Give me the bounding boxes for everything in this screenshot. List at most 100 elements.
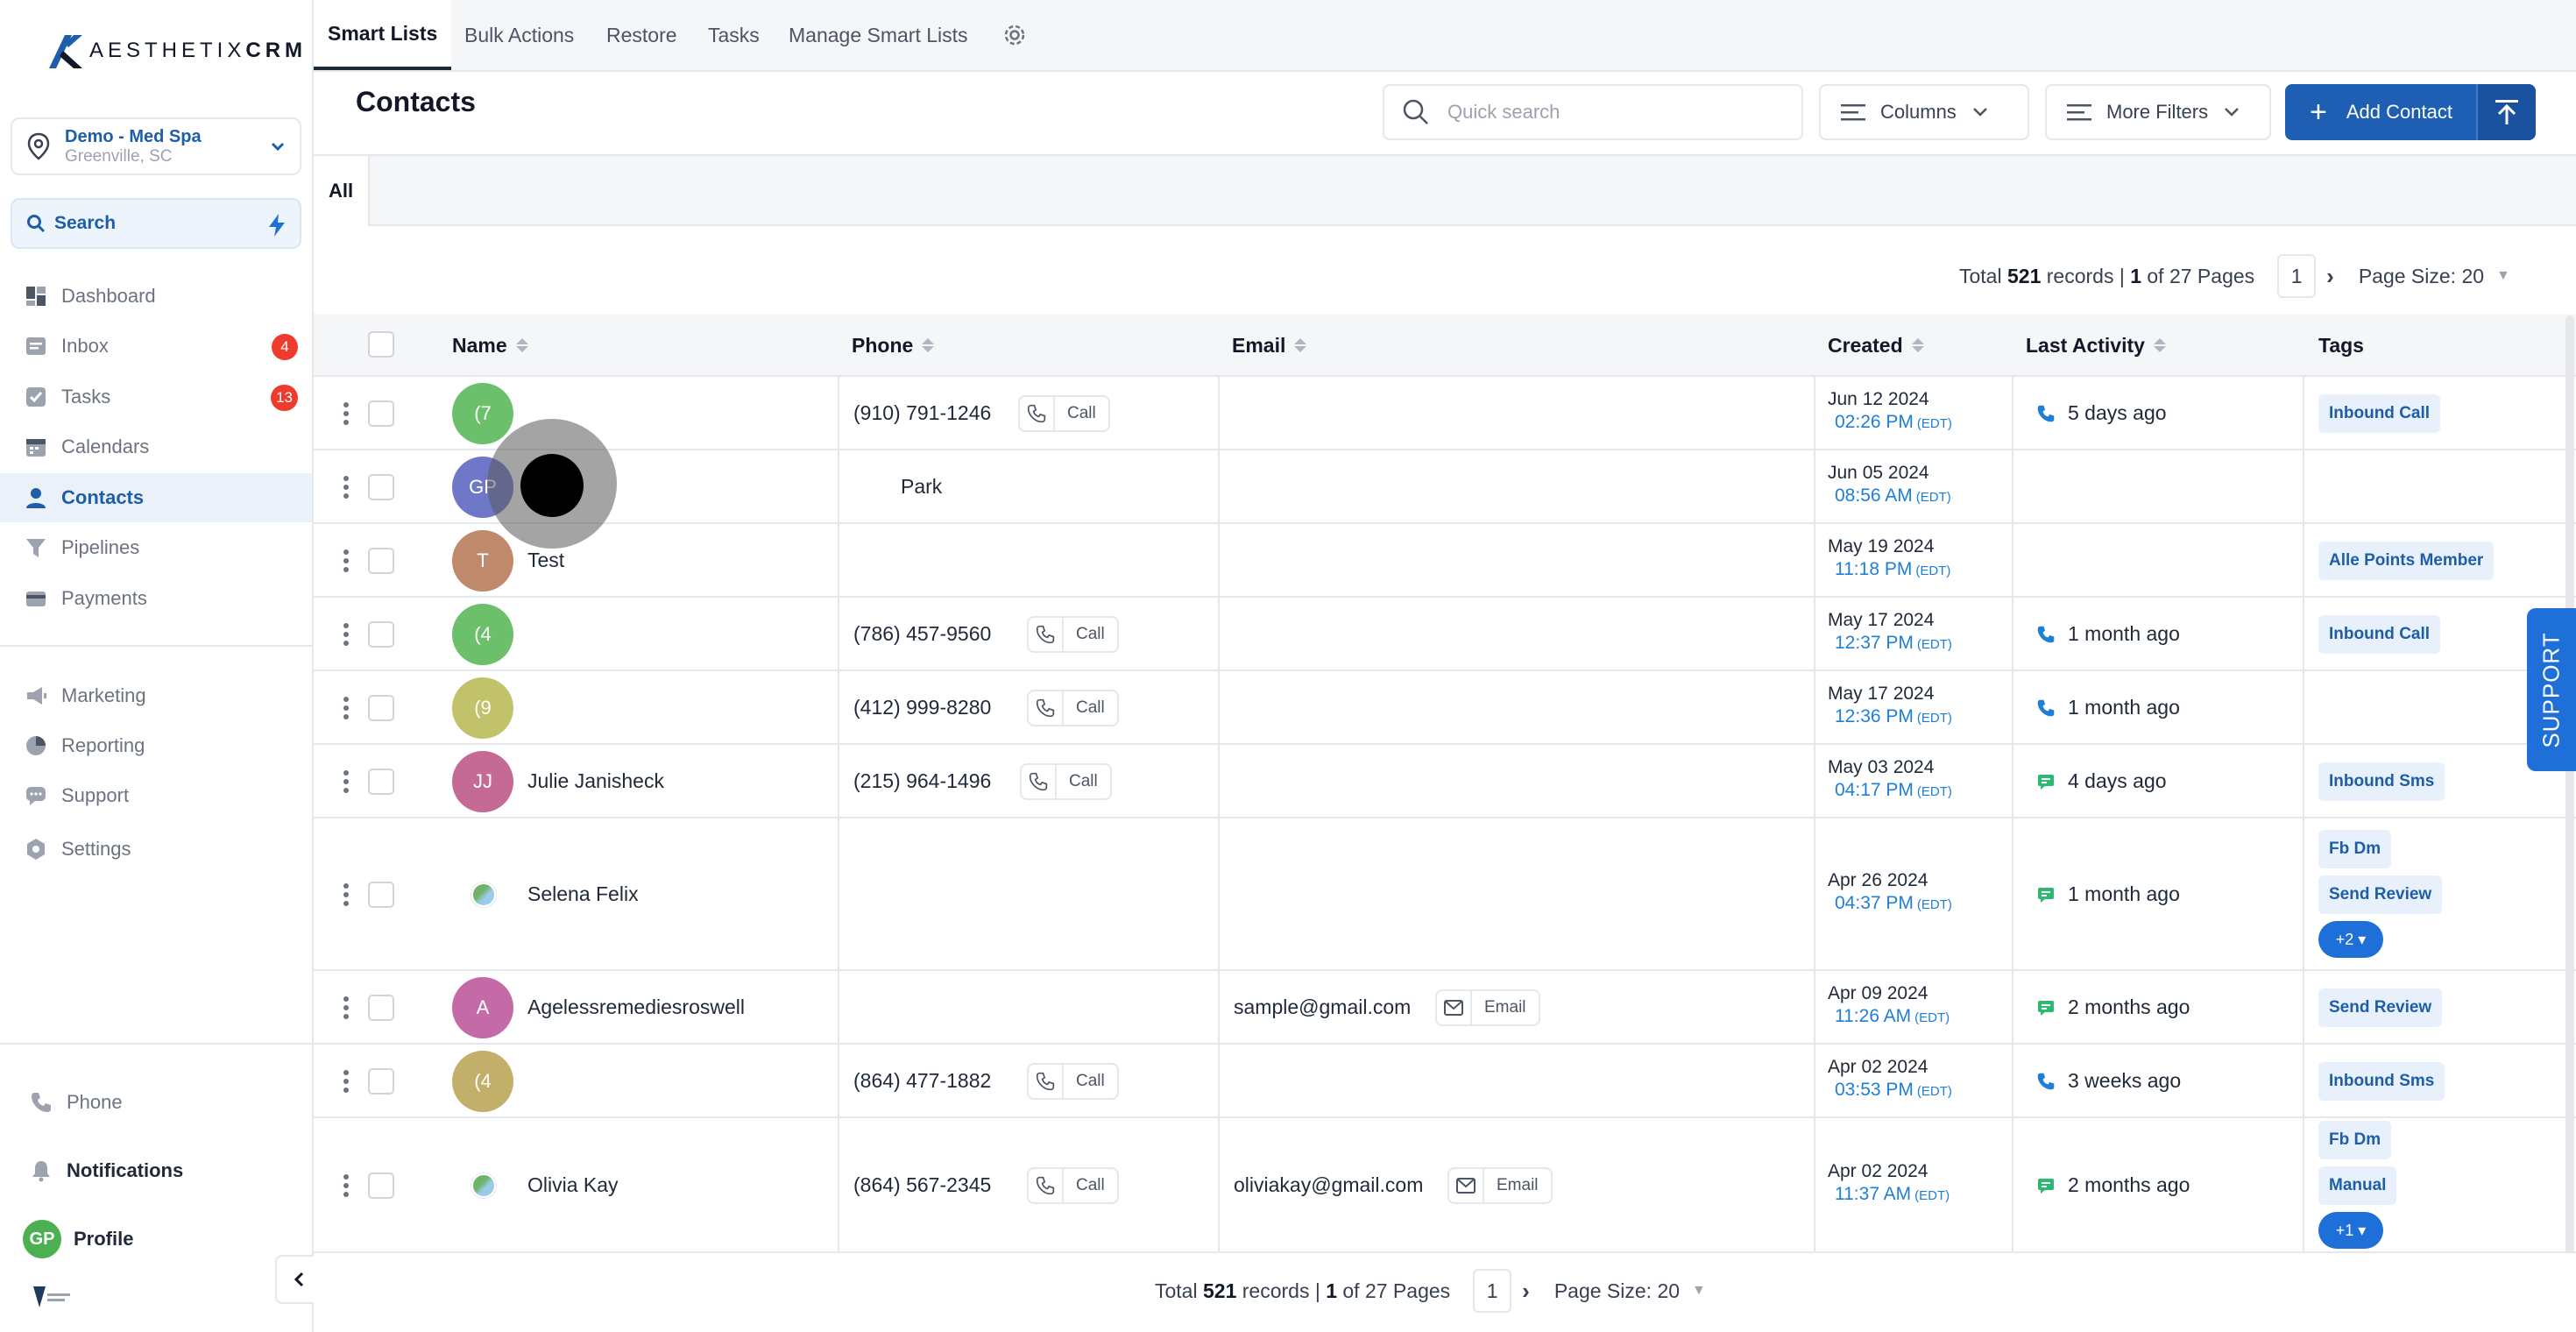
table-row[interactable]: GP Park Jun 05 2024 08:56 AM (EDT)	[314, 450, 2576, 524]
avatar[interactable]: JJ	[452, 751, 513, 812]
avatar[interactable]: (9	[452, 677, 513, 739]
sidebar-item-contacts[interactable]: Contacts	[0, 473, 312, 522]
table-row[interactable]: (4 (786) 457-9560 Call May 17 2024 12:37 PM…	[314, 598, 2576, 671]
contact-name[interactable]: Julie Janisheck	[527, 769, 664, 793]
tab-smart-lists[interactable]: Smart Lists	[314, 0, 452, 70]
sidebar-item-inbox[interactable]: Inbox 4	[0, 322, 312, 371]
row-menu-icon[interactable]	[343, 770, 350, 797]
column-header-email[interactable]: Email	[1232, 314, 1307, 377]
import-button[interactable]	[2476, 84, 2536, 140]
contact-name[interactable]: Olivia Kay	[527, 1173, 619, 1197]
row-menu-icon[interactable]	[343, 1070, 350, 1096]
sidebar-item-settings[interactable]: Settings	[0, 825, 312, 874]
table-row[interactable]: A Agelessremediesroswell sample@gmail.com …	[314, 971, 2576, 1045]
add-contact-button[interactable]: + Add Contact	[2285, 84, 2536, 140]
row-menu-icon[interactable]	[343, 402, 350, 429]
sidebar-item-pipelines[interactable]: Pipelines	[0, 523, 312, 572]
tag-chip[interactable]: Send Review	[2318, 988, 2443, 1027]
table-row[interactable]: Selena Felix Apr 26 2024 04:37 PM (EDT) 1 mo…	[314, 818, 2576, 971]
more-tags-button[interactable]: +2 ▾	[2318, 921, 2383, 958]
row-checkbox[interactable]	[368, 882, 394, 908]
email-button[interactable]: Email	[1435, 989, 1540, 1026]
row-menu-icon[interactable]	[343, 996, 350, 1023]
call-button[interactable]: Call	[1027, 1167, 1119, 1204]
lightning-icon[interactable]	[266, 212, 287, 238]
table-row[interactable]: Olivia Kay (864) 567-2345 Call oliviakay@g…	[314, 1118, 2576, 1253]
avatar-image-icon[interactable]	[471, 882, 496, 907]
location-switcher[interactable]: Demo - Med Spa Greenville, SC	[11, 117, 301, 175]
tab-manage-smart-lists[interactable]: Manage Smart Lists	[789, 0, 968, 70]
page-number-input[interactable]: 1	[1473, 1269, 1512, 1313]
table-row[interactable]: JJ Julie Janisheck (215) 964-1496 Call May …	[314, 745, 2576, 818]
select-all-checkbox[interactable]	[368, 331, 394, 358]
sidebar-item-tasks[interactable]: Tasks 13	[0, 372, 312, 422]
sidebar-item-notifications[interactable]: Notifications	[0, 1146, 312, 1195]
search-input[interactable]	[1447, 101, 1780, 124]
next-page-button[interactable]: ›	[1522, 1278, 1530, 1305]
more-tags-button[interactable]: +1 ▾	[2318, 1212, 2383, 1249]
contact-name[interactable]: Agelessremediesroswell	[527, 995, 745, 1019]
sidebar-search[interactable]: Search	[11, 198, 301, 249]
column-header-last-activity[interactable]: Last Activity	[2026, 314, 2166, 377]
quick-search[interactable]	[1383, 84, 1803, 140]
page-size-select[interactable]: Page Size: 20	[1554, 1279, 1680, 1303]
row-checkbox[interactable]	[368, 548, 394, 574]
tab-restore[interactable]: Restore	[606, 0, 677, 70]
table-row[interactable]: (9 (412) 999-8280 Call May 17 2024 12:36 PM…	[314, 671, 2576, 745]
column-header-created[interactable]: Created	[1828, 314, 1924, 377]
tag-chip[interactable]: Inbound Call	[2318, 394, 2441, 433]
tag-chip[interactable]: Send Review	[2318, 875, 2443, 914]
tag-chip[interactable]: Inbound Sms	[2318, 762, 2445, 801]
tag-chip[interactable]: Inbound Sms	[2318, 1062, 2445, 1101]
call-button[interactable]: Call	[1027, 690, 1119, 726]
avatar[interactable]: (4	[452, 1051, 513, 1112]
avatar[interactable]: A	[452, 977, 513, 1038]
tag-chip[interactable]: Manual	[2318, 1166, 2397, 1205]
contact-email[interactable]: oliviakay@gmail.com	[1234, 1173, 1423, 1197]
row-menu-icon[interactable]	[343, 883, 350, 910]
next-page-button[interactable]: ›	[2326, 263, 2334, 290]
column-header-phone[interactable]: Phone	[852, 314, 935, 377]
row-checkbox[interactable]	[368, 621, 394, 648]
row-menu-icon[interactable]	[343, 697, 350, 723]
row-checkbox[interactable]	[368, 1173, 394, 1199]
table-row[interactable]: (4 (864) 477-1882 Call Apr 02 2024 03:53 PM…	[314, 1045, 2576, 1118]
scrollbar[interactable]	[2565, 315, 2574, 1253]
row-menu-icon[interactable]	[343, 476, 350, 502]
row-checkbox[interactable]	[368, 995, 394, 1021]
avatar[interactable]: (7	[452, 383, 513, 444]
contact-name[interactable]: Park	[901, 475, 942, 499]
tab-all[interactable]: All	[314, 156, 370, 226]
contact-email[interactable]: sample@gmail.com	[1234, 995, 1411, 1019]
call-button[interactable]: Call	[1018, 395, 1110, 432]
row-menu-icon[interactable]	[343, 1174, 350, 1201]
avatar[interactable]: T	[452, 530, 513, 592]
gear-icon[interactable]	[1001, 21, 1029, 49]
avatar-image-icon[interactable]	[471, 1173, 496, 1198]
table-row[interactable]: T Test May 19 2024 11:18 PM (EDT) Alle Points…	[314, 524, 2576, 598]
sidebar-item-support[interactable]: Support	[0, 771, 312, 820]
sidebar-item-payments[interactable]: Payments	[0, 574, 312, 623]
row-checkbox[interactable]	[368, 1068, 394, 1095]
page-number-input[interactable]: 1	[2277, 254, 2317, 298]
row-menu-icon[interactable]	[343, 549, 350, 576]
sidebar-item-marketing[interactable]: Marketing	[0, 671, 312, 720]
sidebar-item-dashboard[interactable]: Dashboard	[0, 272, 312, 321]
support-tab[interactable]: SUPPORT	[2527, 608, 2576, 771]
tab-tasks[interactable]: Tasks	[708, 0, 760, 70]
contact-name[interactable]: Test	[527, 549, 564, 572]
sidebar-item-calendars[interactable]: Calendars	[0, 422, 312, 471]
page-size-select[interactable]: Page Size: 20	[2359, 265, 2484, 288]
columns-button[interactable]: Columns	[1819, 84, 2029, 140]
tag-chip[interactable]: Alle Points Member	[2318, 542, 2495, 580]
call-button[interactable]: Call	[1027, 1063, 1119, 1100]
tag-chip[interactable]: Fb Dm	[2318, 830, 2392, 868]
app-logo[interactable]: AESTHETIXCRM	[47, 32, 307, 70]
table-row[interactable]: (7 (910) 791-1246 Call Jun 12 2024 02:26 PM…	[314, 377, 2576, 450]
avatar[interactable]: (4	[452, 604, 513, 665]
sidebar-item-profile[interactable]: GP Profile	[0, 1215, 312, 1264]
tag-chip[interactable]: Fb Dm	[2318, 1121, 2392, 1159]
tag-chip[interactable]: Inbound Call	[2318, 615, 2441, 654]
call-button[interactable]: Call	[1020, 763, 1112, 800]
row-menu-icon[interactable]	[343, 623, 350, 649]
